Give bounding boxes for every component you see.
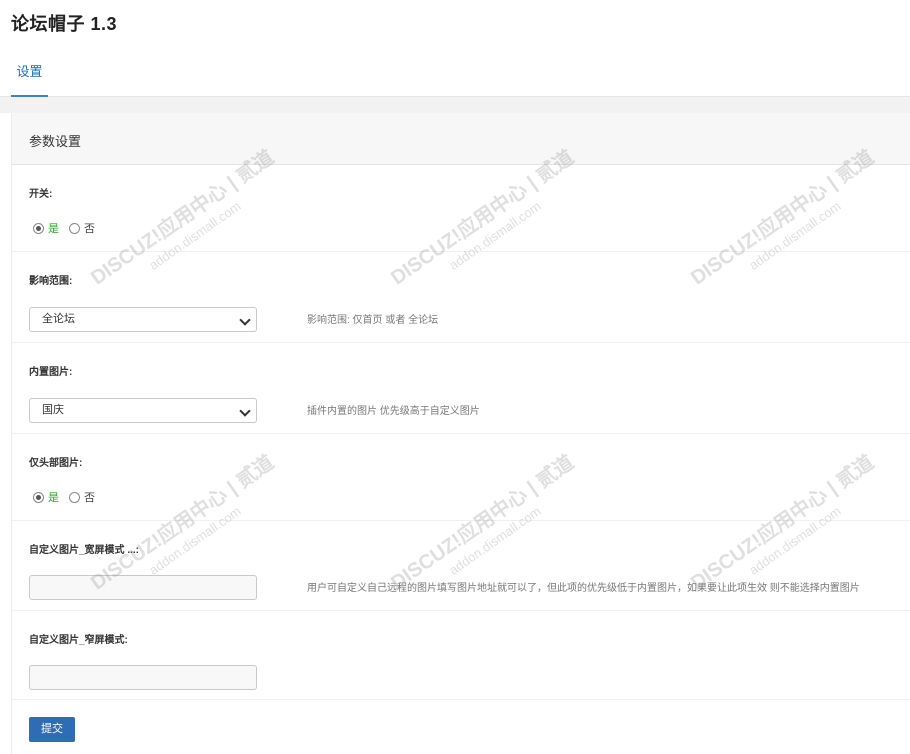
custom-wide-input[interactable] [29,575,257,600]
scope-select[interactable]: 全论坛 [29,307,257,332]
scope-select-value: 全论坛 [42,313,75,325]
header-only-no-label[interactable]: 否 [84,489,95,505]
switch-row: 开关: 是 否 [12,165,910,252]
builtin-image-select-value: 国庆 [42,404,64,416]
header-only-yes-radio[interactable] [33,491,44,503]
custom-wide-label: 自定义图片_宽屏模式 ...: [29,545,140,556]
panel-title: 参数设置 [29,134,82,149]
header-only-no-radio[interactable] [69,491,80,503]
tab-settings[interactable]: 设置 [11,62,48,97]
custom-narrow-input[interactable] [29,665,257,690]
chevron-down-icon [239,314,251,326]
header-only-yes-label[interactable]: 是 [48,489,59,505]
panel-header: 参数设置 [12,113,910,165]
page-title: 论坛帽子 1.3 [11,14,118,34]
scope-row: 影响范围: 全论坛 影响范围: 仅首页 或者 全论坛 [12,252,910,343]
builtin-image-label: 内置图片: [29,367,73,378]
custom-narrow-row: 自定义图片_窄屏模式: [12,611,910,700]
builtin-image-hint: 插件内置的图片 优先级高于自定义图片 [307,406,480,417]
switch-radio-group: 是 否 [33,220,105,236]
scope-label: 影响范围: [29,276,73,287]
custom-wide-row: 自定义图片_宽屏模式 ...: 用户可自定义自己远程的图片填写图片地址就可以了，… [12,521,910,611]
builtin-image-row: 内置图片: 国庆 插件内置的图片 优先级高于自定义图片 [12,343,910,434]
custom-wide-hint: 用户可自定义自己远程的图片填写图片地址就可以了，但此项的优先级低于内置图片，如果… [307,583,860,594]
chevron-down-icon [239,405,251,417]
header-only-label: 仅头部图片: [29,458,83,469]
switch-no-radio[interactable] [69,222,80,234]
section-divider [0,97,910,113]
header-only-radio-group: 是 否 [33,489,105,505]
switch-no-label[interactable]: 否 [84,220,95,236]
app-header: 论坛帽子 1.3 设置 [0,0,910,97]
submit-button[interactable]: 提交 [29,717,75,742]
switch-yes-label[interactable]: 是 [48,220,59,236]
custom-narrow-label: 自定义图片_窄屏模式: [29,635,128,646]
scope-hint: 影响范围: 仅首页 或者 全论坛 [307,315,439,326]
switch-label: 开关: [29,189,53,200]
switch-yes-radio[interactable] [33,222,44,234]
header-only-row: 仅头部图片: 是 否 [12,434,910,521]
settings-panel: 参数设置 开关: 是 否 影响范围: 全论坛 影响范围: 仅首页 或者 全论坛 … [11,113,910,754]
builtin-image-select[interactable]: 国庆 [29,398,257,423]
